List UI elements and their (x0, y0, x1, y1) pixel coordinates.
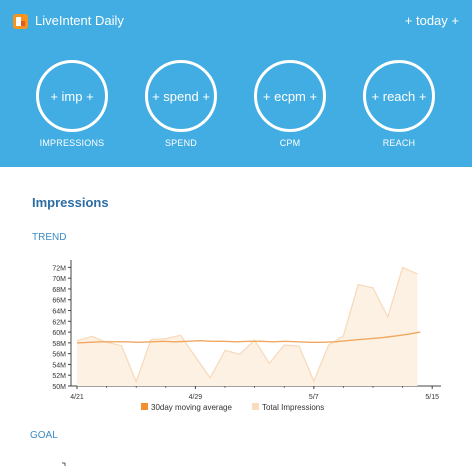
app-logo-icon (13, 14, 28, 29)
x-tick-label: 4/29 (189, 394, 203, 401)
metric-impressions-circle[interactable]: + imp + (36, 60, 108, 132)
total-impressions-area (77, 267, 418, 386)
y-tick-label: 50M (52, 384, 66, 391)
y-tick-label: 72M (52, 265, 66, 272)
metric-reach-label: REACH (382, 138, 416, 148)
y-tick-label: 58M (52, 341, 66, 348)
y-tick-label: 68M (52, 287, 66, 294)
y-tick-label: 62M (52, 319, 66, 326)
legend-swatch-moving-average (141, 403, 148, 410)
metric-spend-label: SPEND (164, 138, 197, 148)
date-selector[interactable]: + today + (405, 13, 459, 28)
y-tick-label: 52M (52, 373, 66, 380)
metric-impressions[interactable]: + imp + IMPRESSIONS (24, 60, 120, 148)
metric-impressions-label: IMPRESSIONS (39, 138, 105, 148)
app-title: LiveIntent Daily (35, 13, 124, 28)
legend-label-moving-average: 30day moving average (151, 403, 232, 412)
legend-swatch-total-impressions (252, 403, 259, 410)
y-tick-label: 60M (52, 330, 66, 337)
metric-spend-circle[interactable]: + spend + (145, 60, 217, 132)
y-tick-label: 54M (52, 362, 66, 369)
x-tick-label: 4/21 (70, 394, 84, 401)
metric-cpm[interactable]: + ecpm + CPM (242, 60, 338, 148)
goal-chart-axis (62, 462, 66, 466)
goal-label: GOAL (30, 430, 58, 441)
app-header: LiveIntent Daily + today + + imp + IMPRE… (0, 0, 472, 167)
x-tick-label: 5/15 (425, 394, 439, 401)
section-title: Impressions (32, 195, 109, 210)
y-tick-label: 64M (52, 309, 66, 316)
y-tick-label: 56M (52, 352, 66, 359)
metric-spend[interactable]: + spend + SPEND (133, 60, 229, 148)
y-tick-label: 66M (52, 298, 66, 305)
metric-reach-circle[interactable]: + reach + (363, 60, 435, 132)
trend-label: TREND (32, 232, 67, 243)
metric-reach[interactable]: + reach + REACH (351, 60, 447, 148)
x-tick-label: 5/7 (309, 394, 319, 401)
metric-cpm-label: CPM (279, 138, 301, 148)
y-tick-label: 70M (52, 276, 66, 283)
impressions-trend-chart: 50M 52M 54M 56M 58M 60M 62M 64M 66M 68M 70M 72M 4/21… (52, 260, 441, 412)
legend-label-total-impressions: Total Impressions (262, 403, 324, 412)
metric-cpm-circle[interactable]: + ecpm + (254, 60, 326, 132)
